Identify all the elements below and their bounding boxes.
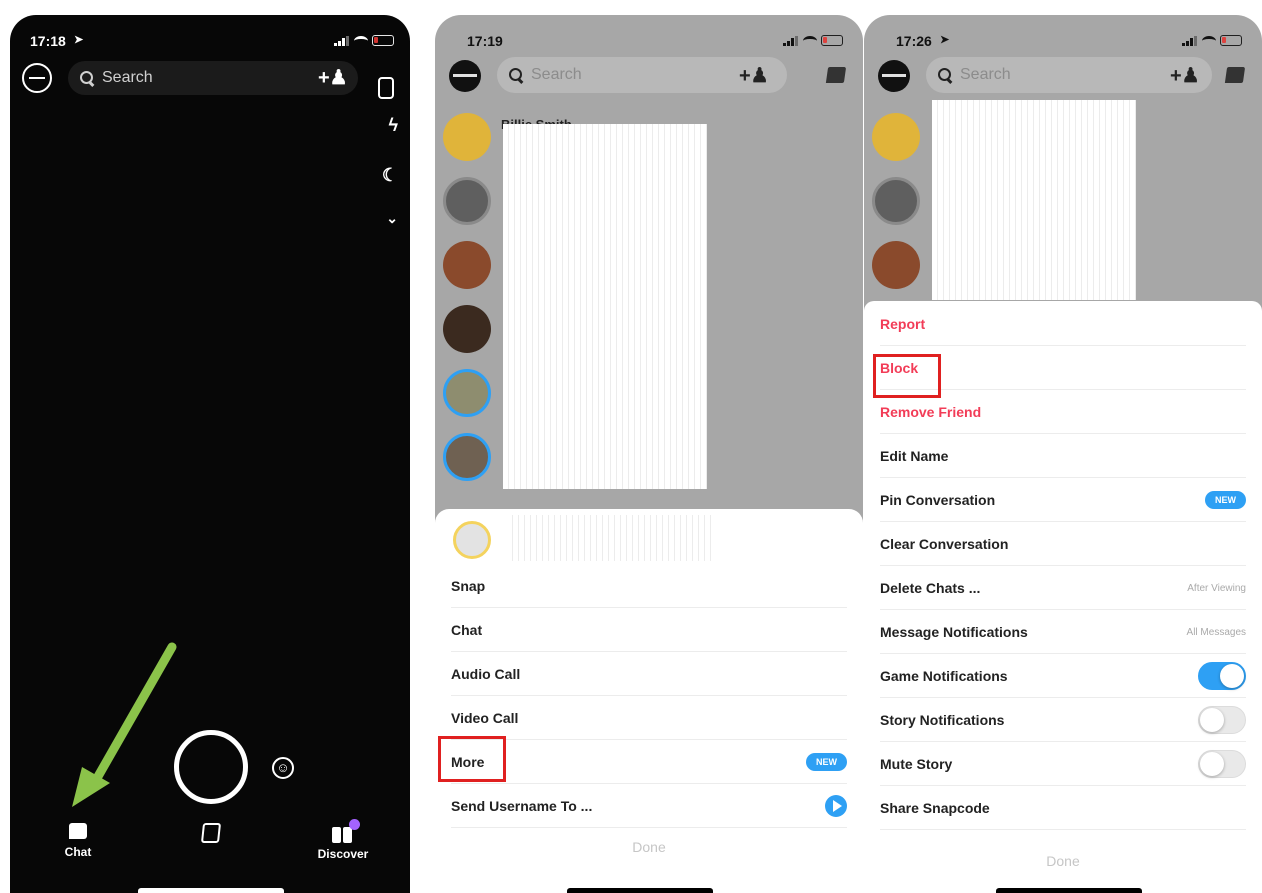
menu-item-send-username[interactable]: Send Username To ... — [451, 785, 847, 828]
chat-icon — [69, 823, 87, 839]
status-bar: 17:19 — [467, 33, 843, 53]
menu-item-video-call[interactable]: Video Call — [451, 697, 847, 740]
menu-item-story-notifications: Story Notifications — [880, 699, 1246, 742]
friend-avatar[interactable] — [443, 305, 491, 353]
nav-discover-label: Discover — [317, 847, 369, 861]
status-time: 17:26 — [896, 33, 932, 49]
status-bar: 17:26 ➤ — [896, 33, 1242, 53]
menu-item-message-notifications[interactable]: Message Notifications All Messages — [880, 611, 1246, 654]
redacted-area — [503, 124, 707, 489]
battery-icon — [1220, 35, 1242, 46]
friend-avatar[interactable] — [443, 113, 491, 161]
new-chat-icon[interactable] — [825, 67, 847, 83]
nav-chat[interactable]: Chat — [60, 823, 96, 859]
menu-item-report[interactable]: Report — [880, 303, 1246, 346]
nav-chat-label: Chat — [64, 845, 92, 859]
new-chat-icon[interactable] — [1224, 67, 1246, 83]
signal-icon — [1182, 35, 1198, 46]
action-sheet: Snap Chat Audio Call Video Call More NEW… — [435, 509, 863, 893]
search-icon — [938, 68, 952, 82]
story-notifications-toggle[interactable] — [1198, 706, 1246, 734]
search-placeholder: Search — [531, 66, 582, 83]
battery-icon — [821, 35, 843, 46]
add-friend-icon[interactable]: +♟ — [1170, 63, 1200, 88]
nav-discover[interactable]: Discover — [308, 819, 378, 861]
signal-icon — [783, 35, 799, 46]
send-icon — [825, 795, 847, 817]
notification-dot — [349, 819, 360, 830]
mute-story-toggle[interactable] — [1198, 750, 1246, 778]
friend-avatar[interactable] — [443, 177, 491, 225]
friend-avatar — [453, 521, 491, 559]
status-time: 17:19 — [467, 33, 503, 49]
menu-item-pin-conversation[interactable]: Pin Conversation NEW — [880, 479, 1246, 522]
menu-item-mute-story: Mute Story — [880, 743, 1246, 786]
options-sheet: Report Block Remove Friend Edit Name Pin… — [864, 301, 1262, 893]
nav-stories[interactable] — [198, 823, 224, 843]
add-friend-icon[interactable]: +♟ — [739, 63, 769, 88]
menu-item-share-snapcode[interactable]: Share Snapcode — [880, 787, 1246, 830]
highlight-box — [873, 354, 941, 398]
home-indicator — [996, 888, 1142, 893]
camera-screen: 17:18 ➤ Search +♟ ϟ ☾ ⌄ ☺ Chat Discover — [10, 15, 410, 893]
game-notifications-toggle[interactable] — [1198, 662, 1246, 690]
home-indicator — [567, 888, 713, 893]
highlight-box — [438, 736, 506, 782]
friend-avatar[interactable] — [872, 177, 920, 225]
friend-avatar[interactable] — [443, 369, 491, 417]
menu-item-audio-call[interactable]: Audio Call — [451, 653, 847, 696]
message-notifications-value: All Messages — [1186, 626, 1246, 638]
location-arrow-icon: ➤ — [940, 34, 950, 46]
menu-item-delete-chats[interactable]: Delete Chats ... After Viewing — [880, 567, 1246, 610]
search-placeholder: Search — [960, 66, 1011, 83]
new-badge: NEW — [806, 753, 847, 771]
more-options-screen: 17:26 ➤ Search +♟ Report Block Remove Fr… — [864, 15, 1262, 893]
redacted-area — [507, 515, 713, 561]
capture-button[interactable] — [174, 730, 248, 804]
lens-icon[interactable]: ☺ — [272, 757, 294, 779]
home-indicator — [138, 888, 284, 893]
redacted-area — [932, 100, 1136, 300]
friend-avatar[interactable] — [443, 433, 491, 481]
done-button[interactable]: Done — [435, 839, 863, 855]
menu-item-snap[interactable]: Snap — [451, 565, 847, 608]
profile-avatar[interactable] — [449, 60, 481, 92]
stories-icon — [200, 823, 222, 843]
friend-actions-screen: 17:19 Search +♟ Billie Smith Snap Chat A… — [435, 15, 863, 893]
profile-avatar[interactable] — [878, 60, 910, 92]
friend-avatar[interactable] — [443, 241, 491, 289]
menu-item-clear-conversation[interactable]: Clear Conversation — [880, 523, 1246, 566]
new-badge: NEW — [1205, 491, 1246, 509]
wifi-icon — [803, 35, 817, 46]
delete-chats-value: After Viewing — [1187, 582, 1246, 594]
search-icon — [509, 68, 523, 82]
wifi-icon — [1202, 35, 1216, 46]
done-button[interactable]: Done — [864, 853, 1262, 869]
menu-item-more[interactable]: More NEW — [451, 741, 847, 784]
menu-item-edit-name[interactable]: Edit Name — [880, 435, 1246, 478]
friend-avatar[interactable] — [872, 113, 920, 161]
menu-item-game-notifications: Game Notifications — [880, 655, 1246, 698]
menu-item-chat[interactable]: Chat — [451, 609, 847, 652]
discover-icon — [332, 819, 360, 843]
friend-avatar[interactable] — [872, 241, 920, 289]
